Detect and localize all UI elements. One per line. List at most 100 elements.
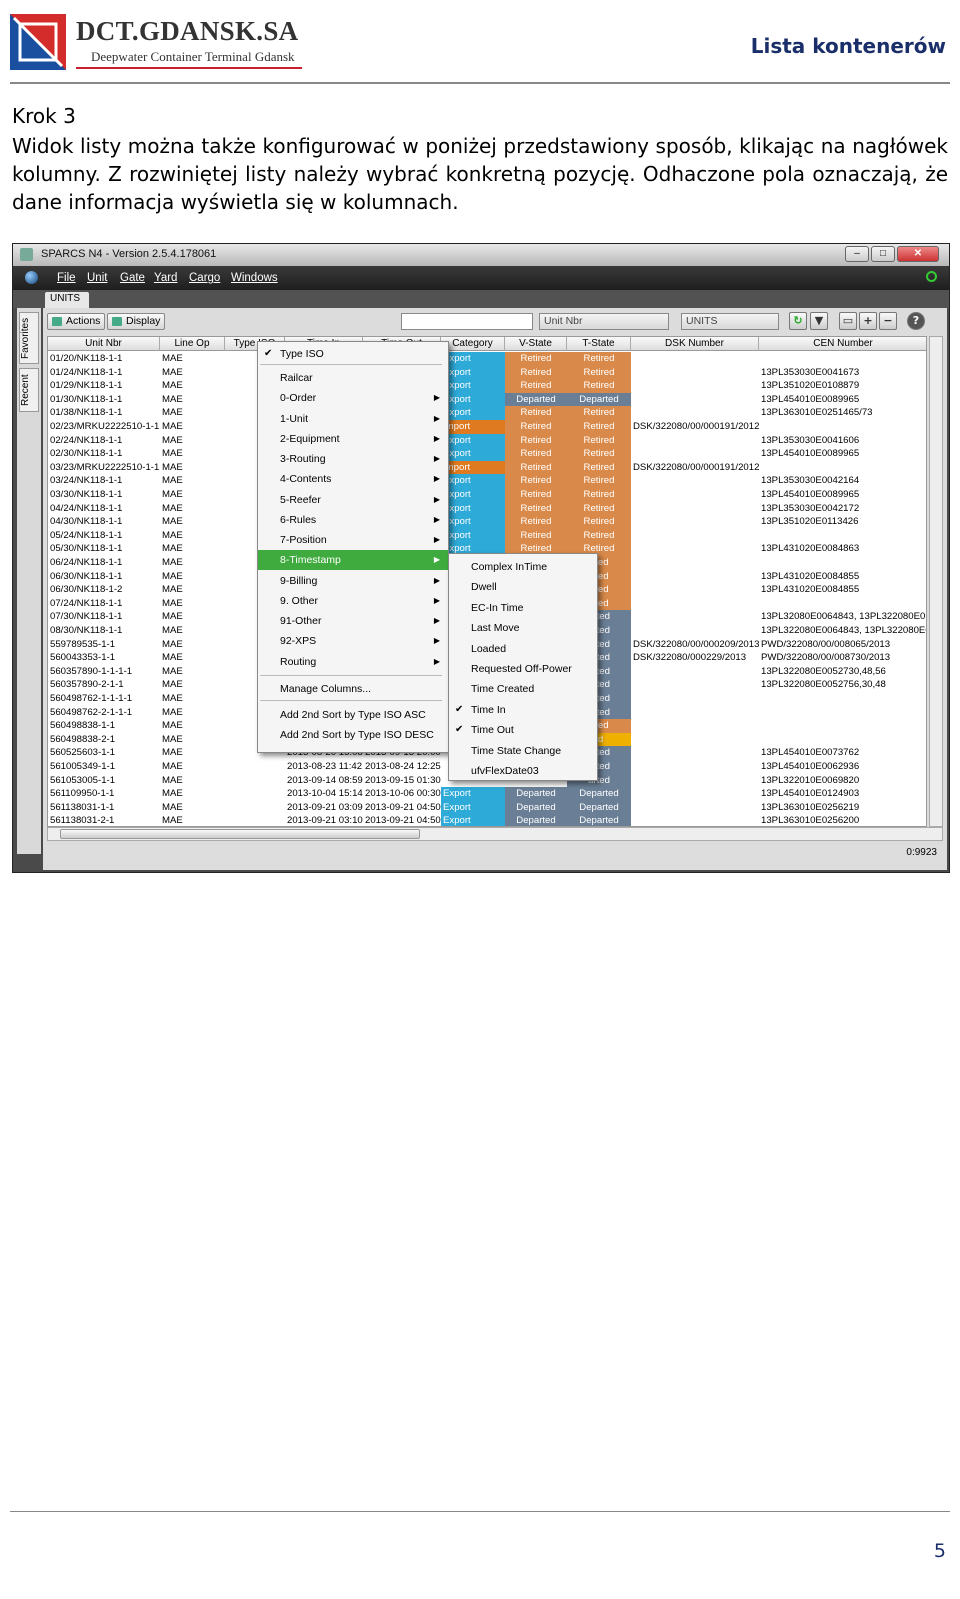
table-row[interactable]: 561109950-1-1 MAE 2013-10-04 15:14 2013-10-… (48, 787, 926, 801)
col-unit-nbr[interactable]: Unit Nbr (48, 337, 160, 351)
submenu-item[interactable]: Time Created (449, 679, 597, 699)
display-button[interactable]: Display (107, 313, 166, 330)
table-row[interactable]: 01/29/NK118-1-1 MAE Export Retired Retired 13… (48, 379, 926, 393)
menu-item[interactable]: Routing ▶ (258, 652, 448, 672)
add-icon[interactable]: + (859, 312, 877, 330)
menu-file[interactable]: File (57, 272, 76, 284)
field-select[interactable]: Unit Nbr (539, 313, 669, 330)
table-cell: 561053005-1-1 (50, 774, 116, 786)
submenu-item[interactable]: Loaded (449, 639, 597, 659)
table-cell: Retired (567, 474, 631, 488)
minimize-button[interactable]: – (845, 246, 869, 262)
menu-item[interactable]: 7-Position ▶ (258, 530, 448, 550)
menu-unit[interactable]: Unit (87, 272, 107, 284)
col-t-state[interactable]: T-State (567, 337, 631, 351)
help-icon[interactable]: ? (907, 312, 925, 330)
table-cell: 13PL431020E0084863 (761, 543, 860, 555)
horizontal-scrollbar[interactable] (47, 827, 943, 841)
submenu-item[interactable]: ✔ Time Out (449, 720, 597, 740)
table-row[interactable]: 04/24/NK118-1-1 MAE Export Retired Retired 13… (48, 501, 926, 516)
search-input[interactable] (401, 313, 533, 330)
vertical-scrollbar[interactable] (929, 336, 943, 827)
menu-item[interactable]: ✔ Type ISO (258, 344, 448, 364)
table-row[interactable]: 03/30/NK118-1-1 MAE Export Retired Retired 13… (48, 488, 926, 502)
table-cell: 2013-09-21 04:50 (365, 801, 441, 813)
submenu-item[interactable]: ✔ Time In (449, 700, 597, 720)
menu-item[interactable]: Railcar (258, 368, 448, 388)
submenu-item[interactable]: Dwell (449, 577, 597, 597)
table-row[interactable]: 01/38/NK118-1-1 MAE Export Retired Retired 13… (48, 406, 926, 420)
menu-item[interactable]: 1-Unit ▶ (258, 409, 448, 429)
scroll-thumb[interactable] (60, 829, 420, 839)
menu-item[interactable]: 0-Order ▶ (258, 388, 448, 408)
copy-icon[interactable]: ▭ (839, 312, 857, 330)
actions-button[interactable]: Actions (47, 313, 106, 330)
table-row[interactable]: 02/24/NK118-1-1 MAE Export Retired Retired 13… (48, 433, 926, 448)
menu-item[interactable]: 3-Routing ▶ (258, 449, 448, 469)
menu-gate[interactable]: Gate (120, 272, 145, 284)
table-cell (631, 502, 759, 516)
table-cell: 560525603-1-1 (50, 747, 116, 759)
tab-favorites[interactable]: Favorites (19, 312, 39, 364)
table-row[interactable]: 03/24/NK118-1-1 MAE Export Retired Retired 13… (48, 474, 926, 488)
table-row[interactable]: 01/24/NK118-1-1 MAE Export Retired Retired 13… (48, 365, 926, 380)
document-title: Lista kontenerów (750, 34, 946, 58)
submenu-item[interactable]: Complex InTime (449, 557, 597, 577)
table-row[interactable]: 561138031-1-1 MAE 2013-09-21 03:09 2013-09-… (48, 800, 926, 815)
table-row[interactable]: 01/20/NK118-1-1 MAE Export Retired Retired (48, 352, 926, 366)
submenu-item[interactable]: Time State Change (449, 741, 597, 761)
table-cell: Import (441, 460, 505, 475)
refresh-icon[interactable]: ↻ (789, 312, 807, 330)
table-row[interactable]: 02/30/NK118-1-1 MAE Export Retired Retired 13… (48, 447, 926, 461)
col-cen-number[interactable]: CEN Number (759, 337, 926, 351)
table-row[interactable]: 02/23/MRKU2222510-1-1 MAE Import Retired Ret… (48, 420, 926, 434)
table-row[interactable]: 561138031-2-1 MAE 2013-09-21 03:10 2013-09-… (48, 814, 926, 826)
col-dsk-number[interactable]: DSK Number (631, 337, 759, 351)
col-line-op[interactable]: Line Op (160, 337, 225, 351)
close-button[interactable]: ✕ (897, 246, 939, 262)
submenu-item[interactable]: EC-In Time (449, 598, 597, 618)
menu-item[interactable]: Add 2nd Sort by Type ISO DESC (258, 725, 448, 745)
submenu-arrow-icon: ▶ (433, 576, 440, 585)
tab-units[interactable]: UNITS (45, 292, 89, 308)
menu-windows[interactable]: Windows (231, 272, 278, 284)
table-row[interactable]: 01/30/NK118-1-1 MAE Export Departed Departed… (48, 392, 926, 407)
table-row[interactable]: 05/24/NK118-1-1 MAE Export Retired Retired (48, 528, 926, 543)
menu-item[interactable]: Add 2nd Sort by Type ISO ASC (258, 705, 448, 725)
table-cell: Retired (567, 501, 631, 516)
table-cell: 560498762-2-1-1-1 (50, 706, 133, 718)
menu-item[interactable]: 4-Contents ▶ (258, 469, 448, 489)
menu-item[interactable]: 9. Other ▶ (258, 591, 448, 611)
menu-item[interactable]: Manage Columns... (258, 679, 448, 699)
remove-icon[interactable]: − (879, 312, 897, 330)
submenu-item[interactable]: Last Move (449, 618, 597, 638)
menu-item[interactable]: 5-Reefer ▶ (258, 490, 448, 510)
menu-item-label: Add 2nd Sort by Type ISO DESC (280, 729, 434, 741)
table-cell (759, 352, 926, 366)
table-row[interactable]: 04/30/NK118-1-1 MAE Export Retired Retired 13… (48, 515, 926, 529)
submenu-item[interactable]: Requested Off-Power (449, 659, 597, 679)
col-v-state[interactable]: V-State (505, 337, 567, 351)
filter-icon[interactable]: ▼ (810, 312, 828, 330)
menu-yard[interactable]: Yard (154, 272, 177, 284)
menu-item-label: 91-Other (280, 615, 322, 627)
table-row[interactable]: 03/23/MRKU2222510-1-1 MAE Import Retired Ret… (48, 460, 926, 475)
display-label: Display (126, 315, 161, 327)
entity-select[interactable]: UNITS (681, 313, 779, 330)
menu-item[interactable]: 92-XPS ▶ (258, 631, 448, 651)
table-cell: MAE (162, 407, 183, 419)
table-cell: Departed (567, 800, 631, 815)
submenu-item[interactable]: ufvFlexDate03 (449, 761, 597, 781)
table-cell (759, 692, 926, 706)
menu-item[interactable]: 9-Billing ▶ (258, 571, 448, 591)
maximize-button[interactable]: □ (871, 246, 895, 262)
menu-cargo[interactable]: Cargo (189, 272, 220, 284)
submenu-item-label: Time State Change (471, 744, 562, 757)
menu-item[interactable]: 2-Equipment ▶ (258, 429, 448, 449)
menu-item[interactable]: 6-Rules ▶ (258, 510, 448, 530)
menu-item[interactable]: 8-Timestamp ▶ (258, 550, 448, 570)
search-icon[interactable] (926, 271, 937, 282)
col-category[interactable]: Category (441, 337, 505, 351)
tab-recent[interactable]: Recent (19, 368, 39, 412)
menu-item[interactable]: 91-Other ▶ (258, 611, 448, 631)
